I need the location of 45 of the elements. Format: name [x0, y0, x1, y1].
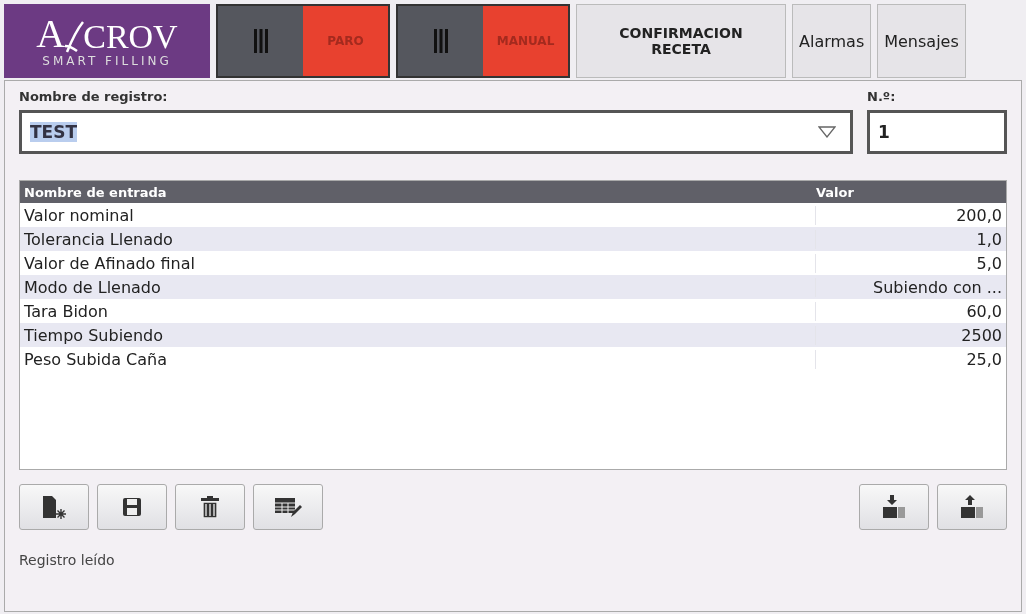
table-cell-text: Tiempo Subiendo [23, 325, 164, 345]
logo-initial: A [36, 14, 66, 54]
new-record-button[interactable] [19, 484, 89, 530]
caret-icon [818, 126, 836, 138]
table-cell: 1,0 [815, 229, 1006, 249]
mode-label: MANUAL [483, 6, 568, 76]
table-cell-text: Valor nominal [23, 205, 135, 225]
field-label: Nombre de registro: [19, 89, 169, 104]
new-file-icon [41, 495, 67, 519]
save-button[interactable] [97, 484, 167, 530]
delete-button[interactable] [175, 484, 245, 530]
table-cell: 5,0 [815, 253, 1006, 273]
table-edit-icon [274, 496, 302, 518]
table-cell: 60,0 [815, 301, 1006, 321]
mode-label: PARO [303, 6, 388, 76]
table-cell-text: Tara Bidon [23, 301, 109, 321]
number-field[interactable]: 1 [867, 110, 1007, 154]
table-cell-text: Tolerancia Llenado [23, 229, 174, 249]
column-header: Nombre de entrada [23, 184, 168, 200]
grip-icon [252, 29, 269, 53]
status-text: Registro leído [19, 552, 116, 568]
swoosh-icon [63, 20, 86, 54]
table-cell: 25,0 [815, 349, 1006, 369]
field-label: N.º: [867, 89, 897, 104]
column-header: Valor [816, 184, 855, 200]
table-cell: Subiendo con ... [815, 277, 1006, 297]
table-cell-text: Modo de Llenado [23, 277, 162, 297]
logo-tagline: SMART FILLING [42, 54, 172, 68]
import-icon [881, 495, 907, 519]
table-cell: 200,0 [815, 205, 1006, 225]
download-button[interactable] [859, 484, 929, 530]
table-cell: 2500 [815, 325, 1006, 345]
export-icon [959, 495, 985, 519]
save-icon [122, 497, 142, 517]
nav-button[interactable]: CONFIRMACION RECETA [576, 4, 786, 78]
trash-icon [201, 496, 219, 518]
grip-icon [432, 29, 449, 53]
nav-button[interactable]: Mensajes [877, 4, 966, 78]
table-cell-text: Peso Subida Caña [23, 349, 168, 369]
nav-button[interactable]: Alarmas [792, 4, 872, 78]
logo-name: CROV [83, 20, 178, 54]
edit-table-button[interactable] [253, 484, 323, 530]
upload-button[interactable] [937, 484, 1007, 530]
table-cell-text: Valor de Afinado final [23, 253, 196, 273]
record-name-dropdown[interactable]: TEST [19, 110, 853, 154]
